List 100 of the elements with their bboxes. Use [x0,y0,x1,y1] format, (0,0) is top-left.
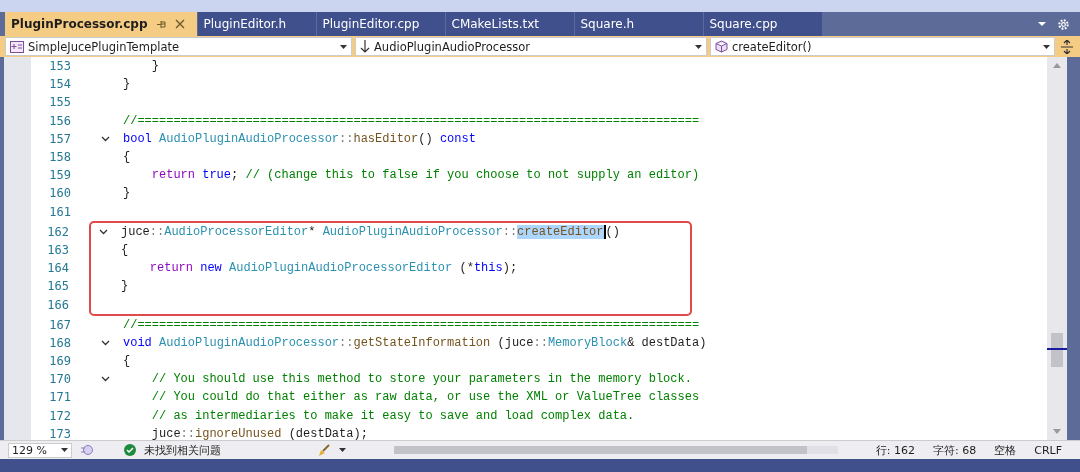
keyword-text: true [202,168,232,183]
code-comment: // You should use this method to store your parameters in the memory block. [151,372,692,387]
line-number: 170 [48,372,71,387]
pin-icon[interactable] [155,18,167,30]
line-number: 153 [48,59,71,74]
code-text: } [123,77,131,92]
class-dropdown[interactable]: AudioPluginAudioProcessor [355,37,707,56]
code-text: } [123,186,131,201]
line-number: 160 [48,186,71,201]
code-text: :: [339,131,354,146]
type-name: AudioPluginAudioProcessor [322,224,503,239]
settings-icon[interactable] [1057,17,1070,31]
brush-icon[interactable] [316,443,331,457]
close-icon[interactable] [174,19,185,29]
keyword-text: bool [123,131,153,146]
code-text: juce [121,224,150,239]
file-tab[interactable]: Square.h [574,12,704,36]
line-number: 155 [48,95,71,110]
code-text: :: [149,224,165,239]
line-indicator[interactable]: 行: 162 [875,442,915,458]
line-number: 161 [48,204,71,219]
keyword-text: this [473,261,503,276]
scroll-thumb[interactable] [1051,333,1063,368]
cube-icon [715,40,728,53]
line-number: 165 [46,279,69,294]
dropdown-icon[interactable] [1037,21,1047,27]
code-comment: //============================================================================== [123,317,700,332]
function-name: getStateInformation [353,335,491,350]
code-text: (juce [496,335,534,350]
code-text: :: [180,426,195,440]
selected-text: createEditor [517,224,606,239]
code-text: (* [458,261,474,276]
scroll-position-marker [1047,348,1067,351]
code-comment: //============================================================================== [123,113,700,128]
code-text: () [418,131,434,146]
split-icon[interactable] [1061,39,1073,54]
zoom-dropdown[interactable]: 129 % [8,442,72,458]
caret-icon [695,44,702,49]
caret-icon [60,448,68,452]
code-text: ; [231,168,240,183]
code-text: { [123,354,131,369]
keyword-text: const [439,131,476,146]
collapse-icon[interactable] [98,228,108,235]
function-name: ignoreUnused [195,426,282,440]
horizontal-scrollbar[interactable] [393,446,838,454]
column-indicator[interactable]: 字符: 68 [933,442,977,458]
project-dropdown[interactable]: SimpleJucePluginTemplate [5,37,352,56]
caret-icon[interactable] [338,448,346,452]
code-comment: // (change this to false if you choose to not supply an editor) [245,168,700,183]
collapse-icon[interactable] [100,135,110,142]
line-number: 156 [48,113,71,128]
line-number: 163 [46,242,69,257]
type-name: AudioProcessorEditor [164,224,309,239]
caret-icon [1043,44,1050,49]
line-number: 168 [48,335,71,350]
file-tab[interactable]: CMakeLists.txt [445,12,575,36]
code-text: { [123,150,131,165]
keyword-text: new [200,261,223,276]
caret-icon [340,44,347,49]
member-dropdown[interactable]: createEditor() [710,37,1055,56]
keyword-text: return [149,261,194,276]
issues-status[interactable]: 未找到相关问题 [143,442,221,458]
code-text: (destData); [287,426,368,440]
line-number: 157 [48,131,71,146]
collapse-icon[interactable] [100,376,110,383]
code-text: () [605,224,620,239]
line-number: 159 [48,168,71,183]
line-number: 171 [48,390,71,405]
line-number: 169 [48,354,71,369]
keyword-text: void [123,335,153,350]
code-comment: // You could do that either as raw data, or use the XML or ValueTree classes [151,390,700,405]
line-number: 154 [48,77,71,92]
code-text: } [151,59,159,74]
collapse-icon[interactable] [100,339,110,346]
code-text: :: [533,335,548,350]
type-name: MemoryBlock [547,335,628,350]
line-number: 164 [46,261,69,276]
line-number: 167 [48,317,71,332]
type-name: AudioPluginAudioProcessor [159,131,340,146]
file-tab[interactable]: PluginEditor.cpp [316,12,446,36]
line-number: 166 [46,297,69,312]
file-tab[interactable]: PluginEditor.h [197,12,317,36]
line-number: 172 [48,408,71,423]
code-text: * [308,224,317,239]
whitespace-indicator[interactable]: 空格 [994,442,1017,458]
code-comment: // as intermediaries to make it easy to save and load complex data. [151,408,635,423]
line-number: 158 [48,150,71,165]
code-text: :: [339,335,354,350]
line-number: 173 [48,426,71,440]
down-arrow-icon [360,40,370,53]
file-tab[interactable]: Square.cpp [703,12,823,36]
code-text: & destData) [627,335,707,350]
assistant-icon[interactable] [79,444,94,456]
function-name: hasEditor [353,131,419,146]
file-tab[interactable]: PluginProcessor.cpp [5,12,198,36]
code-text: } [121,279,129,294]
code-text: ); [502,261,518,276]
project-icon [10,40,24,53]
code-text: { [121,242,129,257]
line-ending-indicator[interactable]: CRLF [1034,443,1062,457]
